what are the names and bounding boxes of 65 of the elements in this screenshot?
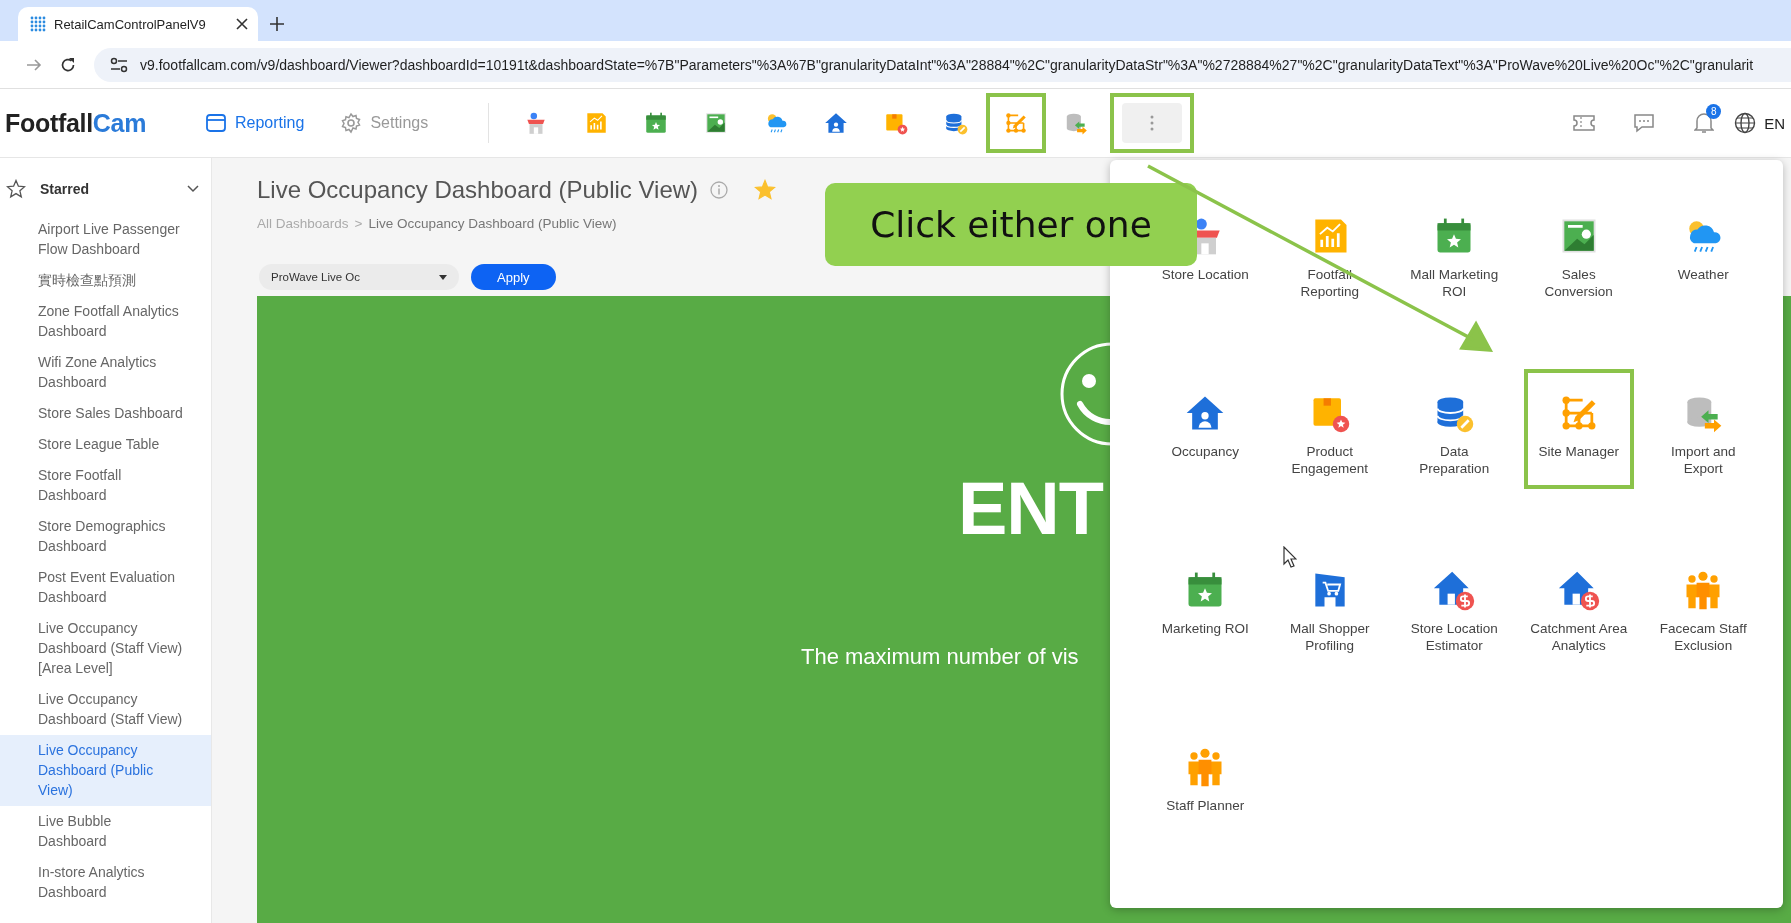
sidebar-item[interactable]: In-store Analytics Dashboard [0, 857, 211, 908]
globe-icon [1734, 112, 1757, 134]
close-icon[interactable] [236, 18, 248, 30]
app-tile[interactable]: Import and Export [1648, 369, 1759, 489]
sidebar-item[interactable]: Store League Table [0, 429, 211, 460]
tab-title: RetailCamControlPanelV9 [54, 16, 207, 32]
status-heading: ENT [958, 472, 1103, 546]
star-icon[interactable] [754, 179, 777, 201]
mouse-cursor-icon [1283, 546, 1297, 568]
logo: FootfallCam [5, 108, 148, 138]
sidebar-item[interactable]: Airport Live Passenger Flow Dashboard [0, 214, 211, 265]
reload-icon[interactable] [60, 56, 76, 73]
notification-badge: 8 [1706, 104, 1722, 119]
apply-button[interactable]: Apply [471, 264, 556, 290]
sidebar-item[interactable]: Live Occupancy Dashboard (Public View) [0, 735, 211, 806]
dotted-grid-icon [30, 16, 46, 32]
window-icon [205, 112, 227, 134]
sidebar-item[interactable]: Live Occupancy Dashboard (Staff View) [0, 684, 211, 735]
sidebar-item[interactable]: Post Event Evaluation Dashboard [0, 562, 211, 613]
sidebar-item[interactable]: Live Occupancy Dashboard (Staff View) [Area Level] [0, 613, 211, 684]
sidebar-item[interactable]: Store Footfall Dashboard [0, 460, 211, 511]
star-outline-icon [6, 179, 26, 199]
info-icon[interactable] [710, 181, 729, 199]
app-tile[interactable]: Sales Conversion [1523, 192, 1634, 312]
sidebar-item[interactable]: Store Sales Dashboard [0, 398, 211, 429]
app-tile[interactable]: Mall Marketing ROI [1399, 192, 1510, 312]
sliders-icon[interactable] [110, 56, 128, 73]
chat-icon[interactable] [1633, 113, 1656, 133]
app-tile[interactable]: Weather [1648, 192, 1759, 312]
ticket-icon[interactable] [1573, 114, 1596, 132]
app-tile[interactable]: Store Location Estimator [1399, 546, 1510, 666]
sidebar-item[interactable]: Store Demographics Dashboard [0, 511, 211, 562]
dropdown-field[interactable]: ProWave Live Oc [259, 264, 459, 290]
caret-icon [439, 274, 447, 280]
app-tile[interactable]: Facecam Staff Exclusion [1648, 546, 1759, 666]
sidebar-item[interactable]: 實時檢查點預測 [0, 265, 211, 296]
forward-arrow-icon[interactable] [26, 57, 42, 72]
section-title: Starred [40, 181, 91, 197]
more-button[interactable] [1110, 93, 1195, 153]
sidebar-item[interactable]: Wifi Zone Analytics Dashboard [0, 347, 211, 398]
more-vertical-icon [1150, 115, 1155, 131]
sidebar-item[interactable]: Live Bubble Dashboard [0, 806, 211, 857]
app-tile[interactable]: Mall Shopper Profiling [1274, 546, 1385, 666]
sidebar-item[interactable]: Zone Footfall Analytics Dashboard [0, 296, 211, 347]
app-tile[interactable]: Catchment Area Analytics [1523, 546, 1634, 666]
app-tile[interactable]: Site Manager [1523, 369, 1634, 489]
new-tab-icon[interactable] [270, 16, 284, 31]
app-tile[interactable]: Staff Planner [1150, 723, 1261, 843]
app-tile[interactable]: Product Engagement [1274, 369, 1385, 489]
url-text: v9.footfallcam.com/v9/dashboard/Viewer?dashboardId=10191t&dashboardState=%7B"Parameters"%3A%7B"granularityDataInt"%3A"28884"%2C"granularityDataStr"%3A"%2728884%27"%2C"granularityDataText"%3A"ProWave%20Live%20Oc"%2C"granularit [140, 56, 1754, 73]
nav-tab[interactable]: Reporting [205, 112, 305, 134]
address-bar[interactable] [94, 47, 1791, 82]
breadcrumb-separator: > [354, 216, 363, 231]
panel-text: The maximum number of vis [801, 644, 1079, 670]
language-selector[interactable]: EN [1734, 112, 1785, 134]
browser-tab[interactable]: RetailCamControlPanelV9 [18, 7, 258, 41]
breadcrumb-current: Live Occupancy Dashboard (Public View) [368, 216, 617, 231]
page-title: Live Occupancy Dashboard (Public View) [257, 176, 699, 204]
gear-icon [340, 112, 363, 134]
chevron-down-icon[interactable] [187, 185, 199, 193]
callout-tooltip: Click either one [825, 183, 1197, 266]
app-tile[interactable]: Data Preparation [1399, 369, 1510, 489]
app-tile[interactable]: Occupancy [1150, 369, 1261, 489]
app-tile[interactable]: Marketing ROI [1150, 546, 1261, 666]
toolbar-button[interactable] [986, 93, 1047, 153]
